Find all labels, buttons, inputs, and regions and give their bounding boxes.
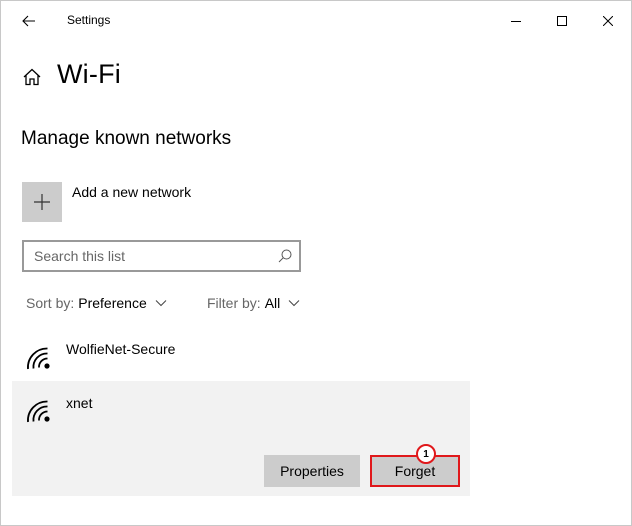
minimize-button[interactable] bbox=[493, 5, 539, 37]
network-name: WolfieNet-Secure bbox=[66, 341, 176, 357]
plus-icon bbox=[34, 194, 50, 210]
network-list-item[interactable]: WolfieNet-Secure bbox=[12, 328, 470, 381]
sort-value: Preference bbox=[78, 295, 147, 311]
title-bar: Settings bbox=[1, 1, 631, 41]
close-button[interactable] bbox=[585, 5, 631, 37]
network-list-item-selected[interactable]: xnet Properties Forget bbox=[12, 381, 470, 496]
search-input[interactable] bbox=[24, 242, 274, 270]
add-network-label[interactable]: Add a new network bbox=[72, 184, 191, 200]
search-box[interactable] bbox=[22, 240, 301, 272]
section-title: Manage known networks bbox=[21, 128, 232, 149]
minimize-icon bbox=[511, 21, 521, 22]
settings-window: Settings Wi-Fi Manage known networks Add… bbox=[0, 0, 632, 526]
properties-button[interactable]: Properties bbox=[264, 455, 360, 487]
forget-button[interactable]: Forget bbox=[370, 455, 460, 487]
home-icon[interactable] bbox=[22, 67, 42, 87]
step-annotation-badge: 1 bbox=[416, 444, 436, 464]
chevron-down-icon bbox=[288, 300, 300, 307]
network-name: xnet bbox=[66, 395, 93, 411]
window-title: Settings bbox=[67, 13, 111, 27]
chevron-down-icon bbox=[155, 300, 167, 307]
maximize-button[interactable] bbox=[539, 5, 585, 37]
page-title: Wi-Fi bbox=[57, 59, 121, 89]
filter-dropdown[interactable]: Filter by: All bbox=[207, 295, 300, 311]
sort-dropdown[interactable]: Sort by: Preference bbox=[26, 295, 167, 311]
close-icon bbox=[603, 16, 613, 26]
filter-label: Filter by: bbox=[207, 295, 261, 311]
wifi-icon bbox=[27, 400, 50, 423]
search-icon[interactable] bbox=[277, 248, 293, 264]
sort-label: Sort by: bbox=[26, 295, 75, 311]
arrow-left-icon bbox=[22, 15, 35, 27]
maximize-icon bbox=[557, 16, 567, 26]
back-button[interactable] bbox=[13, 7, 45, 35]
add-network-button[interactable] bbox=[22, 182, 62, 222]
wifi-icon bbox=[27, 347, 50, 370]
filter-value: All bbox=[264, 295, 281, 311]
